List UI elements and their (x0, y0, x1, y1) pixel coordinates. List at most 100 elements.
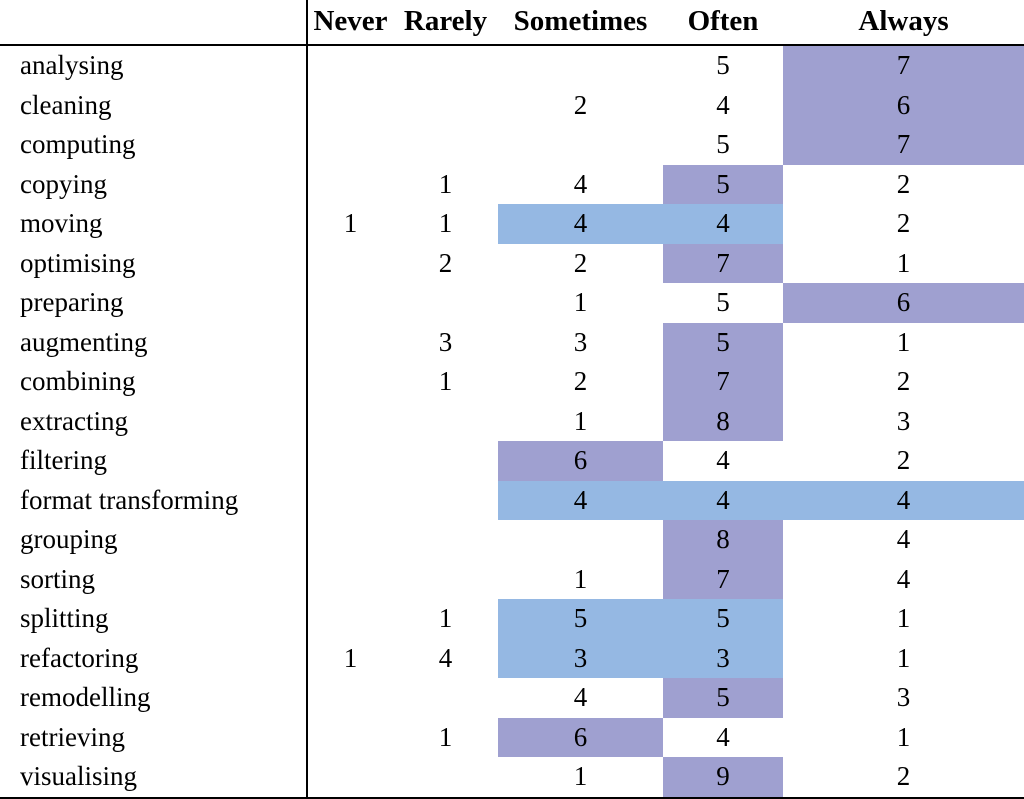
cell-always: 4 (783, 480, 1024, 520)
cell-value: 3 (896, 682, 911, 713)
cell-sometimes (498, 45, 663, 86)
cell-rarely: 3 (393, 323, 498, 363)
cell-sometimes: 1 (498, 757, 663, 799)
cell-value: 7 (896, 129, 911, 160)
cell-often: 4 (663, 480, 783, 520)
cell-often: 5 (663, 164, 783, 204)
cell-sometimes (498, 520, 663, 560)
cell-sometimes: 2 (498, 362, 663, 402)
cell-value: 3 (573, 642, 588, 673)
cell-value: 1 (896, 326, 911, 357)
table-row: filtering 6 4 2 (0, 441, 1024, 481)
row-label: cleaning (20, 89, 112, 120)
table-row: copying 1 4 5 2 (0, 164, 1024, 205)
cell-rarely (393, 402, 498, 442)
row-label: grouping (20, 524, 118, 555)
cell-value: 2 (573, 89, 588, 120)
cell-value: 2 (896, 168, 911, 199)
frequency-table: Never Rarely Sometimes Often Always anal… (0, 0, 1024, 799)
row-label: extracting (20, 405, 128, 436)
cell-value: 2 (896, 208, 911, 239)
row-label: remodelling (20, 682, 151, 713)
table-row: retrieving 1 6 4 1 (0, 717, 1024, 758)
cell-always: 1 (783, 599, 1024, 639)
cell-never (306, 125, 393, 165)
cell-rarely: 1 (393, 362, 498, 402)
cell-rarely: 4 (393, 639, 498, 679)
row-label: analysing (20, 50, 124, 81)
cell-sometimes: 1 (498, 402, 663, 442)
cell-sometimes: 6 (498, 717, 663, 757)
cell-value: 5 (573, 603, 588, 634)
cell-value: 5 (716, 326, 730, 357)
cell-often: 4 (663, 718, 783, 758)
table-row: sorting 1 7 4 (0, 559, 1024, 599)
cell-value: 5 (716, 168, 730, 199)
cell-always: 2 (783, 165, 1024, 205)
cell-sometimes: 1 (498, 283, 663, 323)
table-row: refactoring 1 4 3 3 1 (0, 638, 1024, 679)
cell-value: 1 (573, 563, 588, 594)
cell-value: 4 (716, 208, 730, 239)
cell-value: 2 (573, 247, 588, 278)
cell-sometimes: 2 (498, 86, 663, 126)
cell-always: 7 (783, 45, 1024, 86)
table-row: remodelling 4 5 3 (0, 678, 1024, 718)
cell-rarely (393, 283, 498, 323)
cell-value: 1 (573, 405, 588, 436)
cell-rarely (393, 678, 498, 718)
table-header: Never Rarely Sometimes Often Always (0, 0, 1024, 46)
cell-value: 4 (573, 682, 588, 713)
cell-rarely: 1 (393, 718, 498, 758)
cell-always: 7 (783, 125, 1024, 165)
cell-always: 1 (783, 244, 1024, 284)
cell-value: 3 (438, 326, 453, 357)
cell-never (306, 717, 393, 757)
row-label: copying (20, 168, 107, 199)
cell-value: 5 (716, 603, 730, 634)
cell-often: 7 (663, 559, 783, 599)
cell-never (306, 678, 393, 718)
cell-value: 3 (896, 405, 911, 436)
cell-value: 6 (573, 721, 588, 752)
cell-never (306, 480, 393, 520)
cell-always: 2 (783, 204, 1024, 244)
cell-value: 7 (716, 247, 730, 278)
cell-value: 2 (438, 247, 453, 278)
cell-always: 6 (783, 85, 1024, 125)
cell-always: 2 (783, 441, 1024, 481)
cell-rarely (393, 520, 498, 560)
cell-often: 5 (663, 322, 783, 362)
cell-often: 8 (663, 520, 783, 560)
row-label: preparing (20, 287, 124, 318)
cell-never (306, 164, 393, 204)
cell-value: 7 (896, 50, 911, 81)
cell-never: 1 (306, 638, 393, 678)
cell-never (306, 283, 393, 323)
cell-value: 1 (438, 208, 453, 239)
table-row: extracting 1 8 3 (0, 401, 1024, 442)
cell-often: 7 (663, 362, 783, 402)
cell-rarely (393, 441, 498, 481)
cell-always: 6 (783, 283, 1024, 323)
cell-often: 4 (663, 86, 783, 126)
cell-sometimes: 3 (498, 638, 663, 678)
cell-sometimes (498, 125, 663, 165)
table-row: splitting 1 5 5 1 (0, 599, 1024, 639)
cell-value: 5 (716, 682, 730, 713)
column-header-sometimes: Sometimes (498, 0, 663, 46)
row-label: sorting (20, 563, 96, 594)
row-label: augmenting (20, 326, 148, 357)
cell-often: 8 (663, 401, 783, 441)
table-row: preparing 1 5 6 (0, 283, 1024, 323)
cell-often: 5 (663, 678, 783, 718)
row-label: computing (20, 129, 136, 160)
cell-value: 4 (896, 563, 911, 594)
cell-value: 5 (716, 50, 730, 81)
cell-value: 3 (716, 642, 730, 673)
cell-always: 3 (783, 402, 1024, 442)
cell-sometimes: 3 (498, 323, 663, 363)
cell-often: 5 (663, 283, 783, 323)
cell-always: 3 (783, 678, 1024, 718)
cell-value: 4 (716, 484, 730, 515)
